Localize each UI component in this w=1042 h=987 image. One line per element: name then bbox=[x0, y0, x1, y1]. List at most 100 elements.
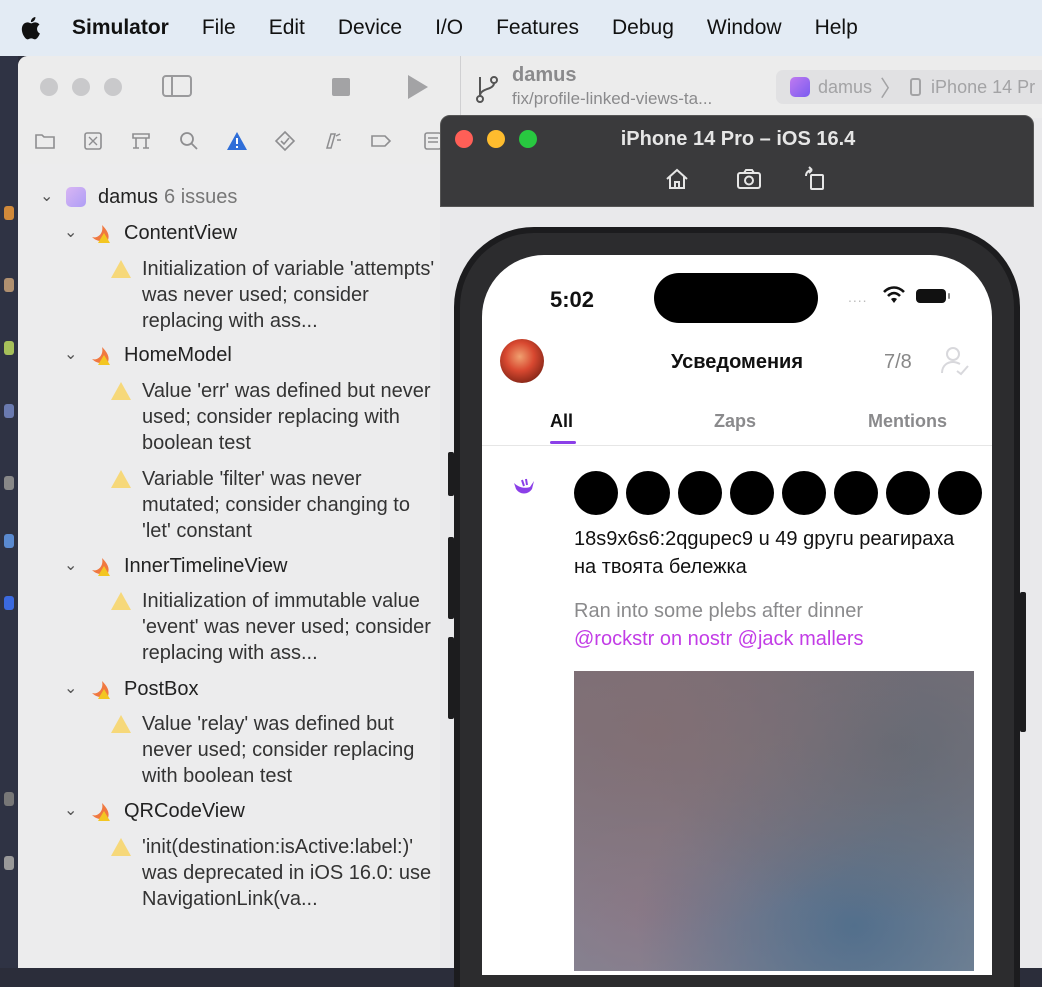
apple-logo-icon[interactable] bbox=[18, 15, 42, 41]
home-icon[interactable] bbox=[663, 166, 691, 192]
status-time: 5:02 bbox=[550, 287, 595, 312]
issue-file-row[interactable]: ⌄ InnerTimelineView bbox=[64, 553, 287, 579]
issue-message: 'init(destination:isActive:label:)' was … bbox=[142, 836, 432, 910]
tab-mentions[interactable]: Mentions bbox=[868, 411, 947, 432]
breakpoint-navigator-icon[interactable] bbox=[370, 130, 392, 152]
page-title: Усведомения bbox=[670, 351, 804, 373]
scheme-device: iPhone 14 Pr bbox=[931, 76, 1036, 97]
issue-message: Variable 'filter' was never mutated; con… bbox=[142, 468, 410, 542]
menu-file[interactable]: File bbox=[202, 16, 236, 40]
scheme-project: damus bbox=[818, 76, 873, 97]
issue-file-row[interactable]: ⌄ HomeModel bbox=[64, 342, 232, 368]
swift-warning-icon bbox=[92, 681, 110, 699]
chevron-down-icon[interactable]: ⌄ bbox=[40, 184, 56, 210]
issue-item[interactable]: Initialization of variable 'attempts' wa… bbox=[110, 256, 436, 334]
wifi-icon bbox=[883, 286, 905, 303]
active-tab-indicator bbox=[550, 441, 576, 444]
sidebar-toggle-icon[interactable] bbox=[162, 75, 192, 97]
simulator-body: 5:02 .... Усведомения 7/8 All Zaps Menti… bbox=[440, 207, 1034, 987]
note-content[interactable]: Ran into some plebs after dinner bbox=[574, 597, 974, 625]
chevron-down-icon[interactable]: ⌄ bbox=[64, 676, 80, 702]
issue-project-row[interactable]: ⌄ damus 6 issues bbox=[40, 184, 237, 210]
navigator-tab-bar bbox=[18, 118, 460, 165]
tab-zaps[interactable]: Zaps bbox=[714, 411, 756, 432]
menu-io[interactable]: I/O bbox=[435, 16, 463, 40]
minimize-window-button[interactable] bbox=[72, 78, 90, 96]
warning-icon bbox=[111, 592, 131, 610]
swift-warning-icon bbox=[92, 347, 110, 365]
desktop-item-icon bbox=[4, 404, 14, 418]
rotate-icon[interactable] bbox=[801, 166, 829, 192]
issue-item[interactable]: Variable 'filter' was never mutated; con… bbox=[110, 466, 436, 544]
branch-name: fix/profile-linked-views-ta... bbox=[512, 89, 713, 108]
search-icon[interactable] bbox=[178, 130, 200, 152]
run-icon[interactable] bbox=[408, 75, 428, 99]
source-control-icon[interactable] bbox=[82, 130, 104, 152]
menu-device[interactable]: Device bbox=[338, 16, 402, 40]
toolbar-divider bbox=[460, 56, 461, 118]
warning-icon bbox=[111, 838, 131, 856]
reactor-avatar[interactable] bbox=[626, 471, 670, 515]
iphone-screen[interactable]: 5:02 .... Усведомения 7/8 All Zaps Menti… bbox=[482, 255, 992, 975]
reactor-avatar[interactable] bbox=[938, 471, 982, 515]
app-icon bbox=[790, 77, 810, 97]
iphone-frame: 5:02 .... Усведомения 7/8 All Zaps Menti… bbox=[454, 227, 1020, 987]
chevron-down-icon[interactable]: ⌄ bbox=[64, 798, 80, 824]
scheme-selector[interactable]: damus 〉 iPhone 14 Pr bbox=[776, 70, 1042, 104]
tabs-divider bbox=[482, 445, 992, 446]
chevron-down-icon[interactable]: ⌄ bbox=[64, 342, 80, 368]
note-image[interactable] bbox=[574, 671, 974, 971]
warning-icon bbox=[111, 470, 131, 488]
zoom-window-button[interactable] bbox=[104, 78, 122, 96]
power-button[interactable] bbox=[1020, 592, 1026, 732]
swift-warning-icon bbox=[92, 803, 110, 821]
issue-count: 6 issues bbox=[164, 186, 238, 208]
menu-window[interactable]: Window bbox=[707, 16, 782, 40]
issue-file-row[interactable]: ⌄ QRCodeView bbox=[64, 798, 245, 824]
folder-icon[interactable] bbox=[34, 130, 56, 152]
debug-navigator-icon[interactable] bbox=[322, 130, 344, 152]
issue-file-row[interactable]: ⌄ PostBox bbox=[64, 676, 198, 702]
menu-help[interactable]: Help bbox=[815, 16, 858, 40]
note-mentions-link[interactable]: @rockstr on nostr @jack mallers bbox=[574, 625, 974, 653]
menu-debug[interactable]: Debug bbox=[612, 16, 674, 40]
simulator-window: iPhone 14 Pro – iOS 16.4 5:02 .... Усвед… bbox=[440, 115, 1034, 987]
issue-file-row[interactable]: ⌄ ContentView bbox=[64, 220, 237, 246]
menu-edit[interactable]: Edit bbox=[269, 16, 305, 40]
reactor-avatar[interactable] bbox=[678, 471, 722, 515]
close-window-button[interactable] bbox=[40, 78, 58, 96]
desktop-item-icon bbox=[4, 476, 14, 490]
project-name: damus bbox=[512, 64, 577, 86]
warning-icon bbox=[111, 382, 131, 400]
chevron-down-icon[interactable]: ⌄ bbox=[64, 553, 80, 579]
swift-warning-icon bbox=[92, 558, 110, 576]
test-navigator-icon[interactable] bbox=[274, 130, 296, 152]
issue-item[interactable]: Value 'err' was defined but never used; … bbox=[110, 378, 436, 456]
issue-file-name: PostBox bbox=[124, 678, 199, 700]
reactor-avatar[interactable] bbox=[886, 471, 930, 515]
issue-message: Value 'err' was defined but never used; … bbox=[142, 380, 431, 454]
person-check-icon[interactable] bbox=[940, 345, 970, 377]
simulator-title: iPhone 14 Pro – iOS 16.4 bbox=[620, 128, 856, 150]
screenshot-icon[interactable] bbox=[735, 166, 763, 192]
reactor-avatar[interactable] bbox=[574, 471, 618, 515]
menu-features[interactable]: Features bbox=[496, 16, 579, 40]
reactor-avatar[interactable] bbox=[834, 471, 878, 515]
reactor-avatar[interactable] bbox=[730, 471, 774, 515]
issue-file-name: ContentView bbox=[124, 222, 238, 244]
issue-item[interactable]: Value 'relay' was defined but never used… bbox=[110, 711, 436, 789]
menu-simulator[interactable]: Simulator bbox=[72, 16, 169, 40]
xcode-toolbar: damus fix/profile-linked-views-ta... dam… bbox=[18, 56, 1042, 118]
tab-all[interactable]: All bbox=[550, 411, 573, 432]
stop-icon[interactable] bbox=[332, 78, 350, 96]
issue-item[interactable]: 'init(destination:isActive:label:)' was … bbox=[110, 834, 436, 912]
issue-navigator: ⌄ damus 6 issues ⌄ ContentView Initializ… bbox=[18, 164, 460, 968]
symbol-navigator-icon[interactable] bbox=[130, 130, 152, 152]
issue-message: Value 'relay' was defined but never used… bbox=[142, 713, 415, 787]
project-icon bbox=[66, 187, 86, 207]
desktop-item-icon bbox=[4, 206, 14, 220]
chevron-down-icon[interactable]: ⌄ bbox=[64, 220, 80, 246]
reactor-avatar[interactable] bbox=[782, 471, 826, 515]
issue-item[interactable]: Initialization of immutable value 'event… bbox=[110, 588, 436, 666]
issue-navigator-icon[interactable] bbox=[226, 130, 248, 152]
